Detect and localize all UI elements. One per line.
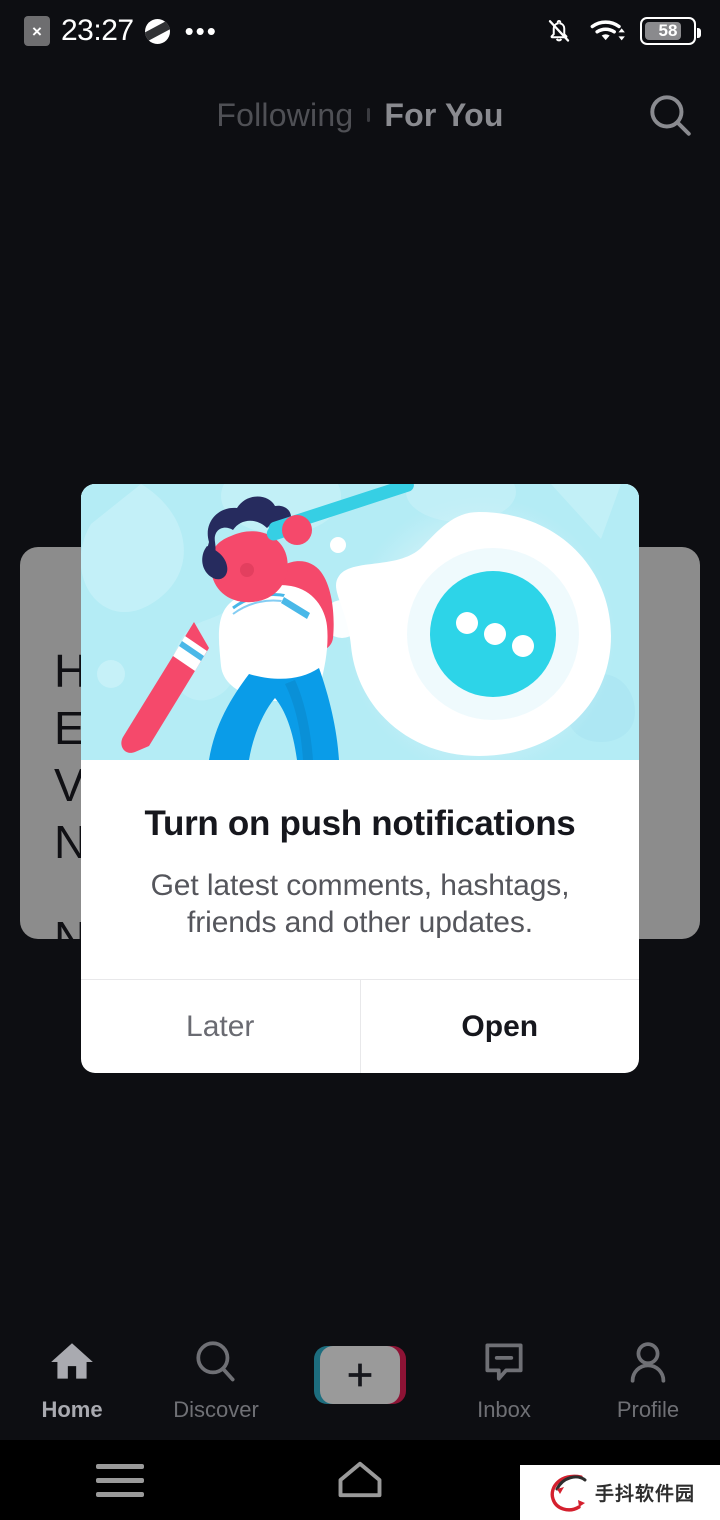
nav-item-discover[interactable]: Discover	[144, 1337, 288, 1423]
search-icon	[650, 95, 691, 136]
dialog-title: Turn on push notifications	[144, 804, 576, 843]
status-bar-left: × 23:27 •••	[24, 14, 218, 48]
nav-label-discover: Discover	[173, 1397, 259, 1422]
home-button[interactable]	[240, 1458, 480, 1502]
watermark-text: 手抖软件园	[594, 1484, 695, 1505]
watermark-swoosh-icon	[550, 1474, 587, 1511]
status-bar-right: 58	[544, 15, 701, 47]
search-icon	[196, 1341, 235, 1382]
battery-icon: 58	[640, 17, 701, 45]
nav-label-inbox: Inbox	[477, 1397, 531, 1422]
battery-percent-label: 58	[658, 21, 678, 40]
tab-for-you[interactable]: For You	[384, 97, 503, 134]
open-button[interactable]: Open	[361, 980, 640, 1073]
inbox-message-icon	[485, 1343, 523, 1381]
status-bar: × 23:27 ••• 58	[0, 0, 720, 62]
plus-create-icon	[314, 1346, 406, 1404]
plus-icon	[348, 1363, 372, 1387]
home-icon	[51, 1343, 93, 1379]
home-outline-icon	[338, 1461, 382, 1498]
dialog-body: Turn on push notifications Get latest co…	[81, 760, 639, 979]
later-button[interactable]: Later	[81, 980, 361, 1074]
dialog-illustration	[81, 484, 639, 760]
tab-following[interactable]: Following	[216, 97, 353, 134]
site-watermark: 手抖软件园 SSHLT.WEB8.COM	[520, 1465, 720, 1520]
bottom-nav: Home Discover Inbox Profile	[0, 1320, 720, 1440]
top-nav: Following For You	[0, 82, 720, 148]
planet-icon	[144, 18, 170, 44]
bell-muted-icon	[548, 20, 570, 42]
nav-label-home: Home	[41, 1397, 103, 1422]
nav-label-profile: Profile	[616, 1397, 680, 1422]
x-badge-icon: ×	[24, 16, 50, 46]
nav-item-home[interactable]: Home	[0, 1337, 144, 1423]
person-with-telescope-illustration	[81, 484, 639, 760]
more-dots-icon: •••	[184, 16, 218, 46]
status-bar-clock: 23:27	[61, 14, 134, 47]
hamburger-recents-icon	[96, 1463, 144, 1497]
dialog-actions: Later Open	[81, 979, 640, 1074]
person-icon	[630, 1342, 666, 1383]
wifi-icon	[590, 20, 625, 41]
phone-screen: × 23:27 ••• 58 Following For You H E V N…	[0, 0, 720, 1520]
search-button[interactable]	[642, 87, 698, 143]
nav-item-profile[interactable]: Profile	[576, 1337, 720, 1423]
push-notification-dialog: Turn on push notifications Get latest co…	[81, 484, 640, 1074]
recents-button[interactable]	[0, 1463, 240, 1497]
dialog-description: Get latest comments, hashtags, friends a…	[150, 869, 570, 939]
nav-item-inbox[interactable]: Inbox	[432, 1337, 576, 1423]
nav-item-create[interactable]	[288, 1346, 432, 1414]
tab-separator	[367, 108, 371, 122]
feed-tabs: Following For You	[216, 97, 503, 134]
